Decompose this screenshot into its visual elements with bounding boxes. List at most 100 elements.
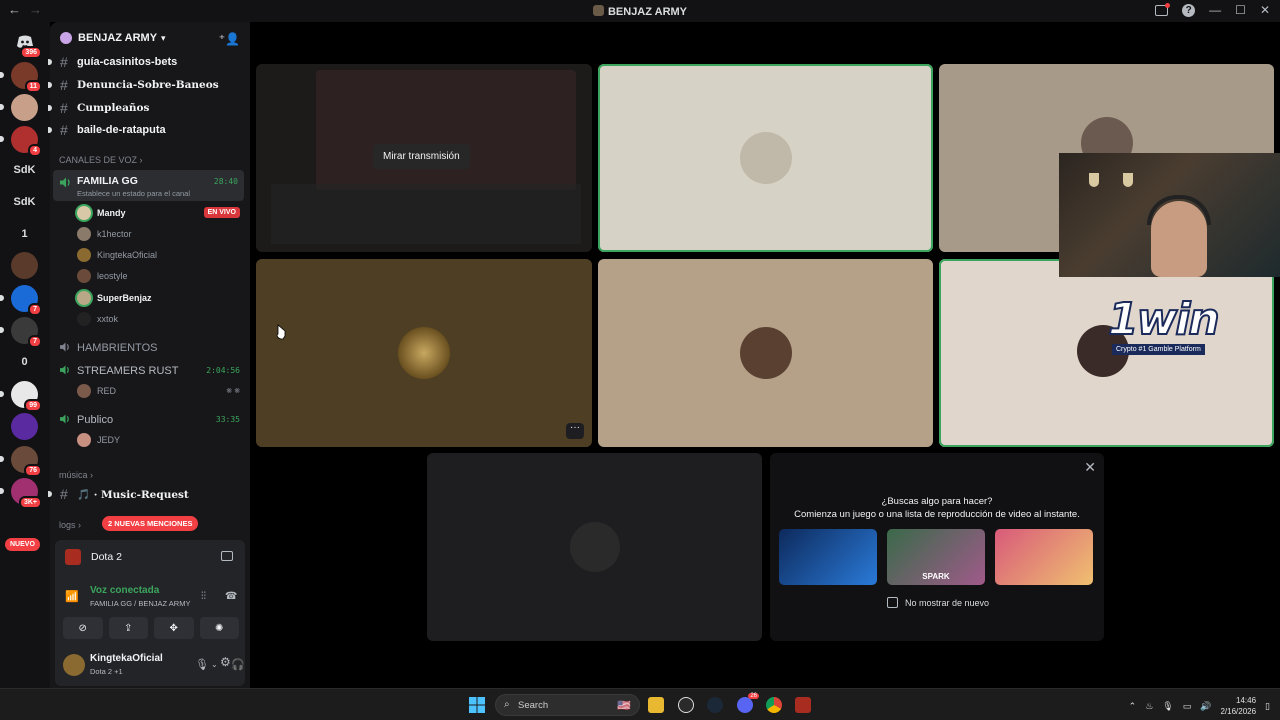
help-icon[interactable]: ? [1182, 3, 1196, 17]
card-label: SPARK [922, 572, 950, 581]
voice-channel-familia[interactable]: FAMILIA GG 28:40 Establece un estado par… [53, 170, 244, 201]
username[interactable]: KingtekaOficial [90, 653, 163, 664]
category-label: música [59, 470, 88, 480]
voice-location[interactable]: FAMILIA GG / BENJAZ ARMY [90, 599, 190, 608]
inbox-icon[interactable] [1155, 2, 1171, 16]
voice-status[interactable]: Voz conectada [90, 585, 159, 596]
user-panel: Dota 2 📶 Voz conectada FAMILIA GG / BENJ… [55, 540, 245, 686]
server-icon[interactable]: 7 [11, 285, 42, 316]
voice-channel-publico[interactable]: Publico 33:35 [50, 410, 250, 432]
app-icon[interactable] [678, 697, 694, 713]
voice-member[interactable]: leostyle [77, 267, 128, 285]
dota-icon[interactable] [795, 697, 811, 713]
add-member-icon[interactable]: ⁺👤 [219, 32, 240, 46]
microphone-icon[interactable]: 🎙 [195, 658, 209, 671]
activity-card[interactable] [779, 529, 877, 585]
gear-icon[interactable]: ⚙ [220, 655, 231, 669]
activity-card[interactable] [995, 529, 1093, 585]
checkbox[interactable] [887, 597, 898, 608]
server-icon[interactable]: SdK [11, 156, 38, 183]
screen-share-icon[interactable] [221, 551, 233, 561]
watch-stream-button[interactable]: Mirar transmisión [373, 144, 470, 169]
server-icon[interactable]: SdK [11, 188, 38, 215]
voice-member[interactable]: SuperBenjaz [77, 289, 152, 307]
headphones-icon[interactable]: 🎧 [231, 658, 245, 671]
voice-member[interactable]: KingtekaOficial [77, 246, 157, 264]
webcam-overlay [1059, 153, 1280, 277]
server-icon[interactable]: 76 [11, 446, 42, 477]
channel-status[interactable]: Establece un estado para el canal [77, 189, 190, 198]
share-screen-button[interactable]: ⇪ [108, 617, 148, 639]
server-header[interactable]: BENJAZ ARMY ▾ ⁺👤 [50, 22, 250, 54]
new-badge[interactable]: NUEVO [5, 538, 40, 551]
network-icon[interactable]: ▭ [1183, 701, 1192, 712]
participant-tile[interactable] [598, 64, 933, 252]
category-logs[interactable]: logs › [59, 520, 81, 530]
server-icon[interactable]: 0 [11, 348, 38, 375]
server-icon[interactable] [11, 94, 38, 121]
soundboard-button[interactable]: ✺ [199, 617, 239, 639]
unread-pill [48, 127, 52, 133]
voice-member[interactable]: JEDY [77, 431, 120, 449]
mic-tray-icon[interactable]: 🎙 [1162, 701, 1173, 712]
stream-tile[interactable]: Mirar transmisión [256, 64, 592, 252]
windows-logo [469, 697, 485, 713]
channel-baile[interactable]: # baile-de-rataputa [48, 120, 250, 140]
minimize-button[interactable]: — [1209, 3, 1221, 17]
activity-card[interactable]: SPARK [887, 529, 985, 585]
server-label: 0 [21, 355, 28, 368]
voice-member[interactable]: RED [77, 382, 116, 400]
chrome-icon[interactable] [766, 697, 782, 713]
avatar[interactable] [63, 654, 85, 676]
category-voice[interactable]: CANALES DE VOZ › [59, 155, 143, 165]
disconnect-icon[interactable]: ☎ [225, 591, 237, 602]
voice-member[interactable]: k1hector [77, 225, 132, 243]
activities-button[interactable]: ✥ [154, 617, 194, 639]
volume-icon[interactable]: 🔊 [1200, 701, 1211, 712]
channel-music-request[interactable]: # 🎵 · Music-Request [48, 484, 250, 504]
more-options-button[interactable]: ··· [566, 423, 584, 439]
maximize-button[interactable]: ☐ [1235, 3, 1246, 17]
channel-guia[interactable]: # guía-casinitos-bets [48, 52, 250, 72]
file-explorer-icon[interactable] [648, 697, 664, 713]
speaker-icon [60, 177, 70, 188]
server-icon[interactable]: 11 [11, 62, 42, 93]
participant-tile[interactable] [939, 259, 1274, 447]
dont-show-again[interactable]: No mostrar de nuevo [887, 597, 989, 608]
participant-tile[interactable]: ··· [256, 259, 592, 447]
steam-tray-icon[interactable]: ♨ [1145, 701, 1153, 712]
participant-tile[interactable] [598, 259, 933, 447]
server-icon[interactable] [11, 252, 38, 279]
close-button[interactable]: ✕ [1260, 3, 1270, 17]
camera-off-button[interactable]: ⊘ [63, 617, 103, 639]
voice-channel-streamers[interactable]: STREAMERS RUST 2:04:56 [50, 361, 250, 383]
unread-pill [48, 105, 52, 111]
voice-member[interactable]: xxtok [77, 310, 118, 328]
clock[interactable]: 14:46 2/16/2026 [1220, 695, 1256, 717]
signal-icon[interactable]: 📶 [65, 590, 79, 603]
voice-channel-hambrientos[interactable]: HAMBRIENTOS [50, 338, 250, 360]
server-icon[interactable]: 3K+ [11, 478, 42, 509]
voice-member[interactable]: Mandy [77, 204, 126, 222]
noise-suppression-icon[interactable]: ⫶⫶ [201, 591, 206, 602]
participant-tile[interactable] [427, 453, 762, 641]
taskbar-search[interactable]: ⌕ Search 🇺🇸 [495, 694, 640, 716]
voice-channel-name: Publico [77, 414, 114, 426]
server-icon[interactable]: 1 [11, 220, 38, 247]
windows-start-icon[interactable] [469, 697, 485, 713]
notification-icon[interactable]: ▯ [1265, 701, 1270, 712]
server-icon[interactable]: 4 [11, 126, 42, 157]
server-icon[interactable]: 99 [11, 381, 42, 412]
channel-cumpleanos[interactable]: # Cumpleaños [48, 98, 250, 118]
close-button[interactable]: ✕ [1084, 459, 1096, 476]
direct-messages-button[interactable]: 396 [11, 28, 42, 59]
category-musica[interactable]: música › [59, 470, 93, 480]
channel-denuncia[interactable]: # Denuncia-Sobre-Baneos [48, 75, 250, 95]
chevron-down-icon[interactable]: ⌄ [211, 660, 218, 669]
server-icon[interactable]: 7 [11, 317, 42, 348]
discord-icon[interactable]: 26 [737, 693, 759, 713]
steam-icon[interactable] [707, 697, 723, 713]
server-icon[interactable] [11, 413, 38, 440]
new-mentions-badge[interactable]: 2 NUEVAS MENCIONES [102, 516, 199, 531]
chevron-up-icon[interactable]: ⌃ [1129, 701, 1137, 712]
